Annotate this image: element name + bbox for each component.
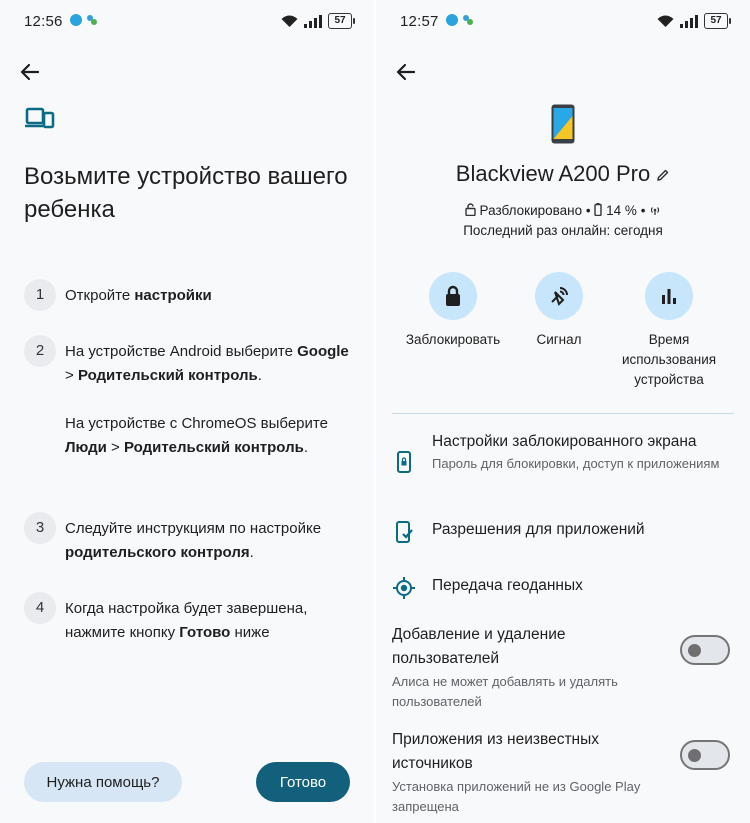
status-bar: 12:56 57 (0, 0, 374, 44)
toggle-subtitle: Алиса не может добавлять и удалять польз… (392, 674, 618, 709)
status-time: 12:56 (24, 13, 63, 30)
setting-subtitle: Пароль для блокировки, доступ к приложен… (432, 456, 720, 471)
toggle-knob (688, 644, 701, 657)
status-time: 12:57 (400, 13, 439, 30)
edit-pencil-icon[interactable] (656, 168, 670, 182)
back-arrow-icon[interactable] (392, 58, 420, 86)
screen-time-action-circle[interactable] (645, 272, 693, 320)
status-bar: 12:57 57 (376, 0, 750, 44)
right-screen: 12:57 57 Blackview A200 Pro Разблокирова… (376, 0, 750, 823)
toggle-knob (688, 749, 701, 762)
ring-action-circle[interactable] (535, 272, 583, 320)
back-arrow-icon[interactable] (16, 58, 44, 86)
step-text: На устройстве Android выберите Google > … (65, 343, 349, 456)
wifi-icon (657, 15, 674, 27)
setting-title: Передача геоданных (432, 577, 583, 594)
ring-icon (551, 287, 568, 306)
app-notification-icon (87, 15, 97, 25)
toggle-subtitle: Установка приложений не из Google Play з… (392, 779, 641, 814)
separator: • (585, 203, 591, 218)
battery-indicator: 57 (328, 13, 355, 29)
signal-icon (680, 14, 698, 28)
battery-icon (594, 203, 603, 217)
toggle-title: Приложения из неизвестных источников (392, 731, 599, 772)
section-divider (392, 413, 734, 414)
setting-title: Настройки заблокированного экрана (432, 433, 697, 450)
page-title: Возьмите устройство вашего ребенка (24, 163, 348, 223)
telegram-icon (70, 14, 82, 26)
status-icons: 57 (657, 13, 731, 29)
help-button[interactable]: Нужна помощь? (24, 762, 182, 802)
signal-broadcast-icon (651, 207, 660, 215)
device-name: Blackview A200 Pro (376, 160, 750, 188)
location-icon (393, 577, 415, 599)
step-number: 2 (24, 335, 56, 367)
lock-icon (446, 285, 460, 306)
battery-indicator: 57 (704, 13, 731, 29)
step-number: 4 (24, 592, 56, 624)
toggle-title: Добавление и удаление пользователей (392, 626, 566, 667)
bar-chart-icon (662, 289, 676, 304)
app-notification-icon (463, 15, 473, 25)
step-text: Когда настройка будет завершена, нажмите… (65, 600, 308, 641)
step-number: 1 (24, 279, 56, 311)
setting-title: Разрешения для приложений (432, 521, 645, 538)
unlock-icon (465, 203, 476, 217)
action-label: Время использования устройства (621, 332, 717, 387)
status-icons: 57 (281, 13, 355, 29)
phone-illustration (551, 104, 575, 144)
signal-icon (304, 14, 322, 28)
add-remove-users-toggle[interactable] (680, 635, 730, 665)
lock-status: Разблокировано (479, 203, 583, 218)
app-permissions-icon (396, 521, 413, 543)
telegram-icon (446, 14, 458, 26)
last-online: Последний раз онлайн: сегодня (463, 223, 663, 238)
wifi-icon (281, 15, 298, 27)
step-text: Откройте настройки (65, 287, 212, 304)
battery-level: 14 % (606, 203, 637, 218)
separator: • (640, 203, 646, 218)
lock-screen-icon (397, 451, 411, 473)
step-number: 3 (24, 512, 56, 544)
unknown-sources-toggle[interactable] (680, 740, 730, 770)
step-text: Следуйте инструкциям по настройке родите… (65, 520, 322, 561)
lock-action-circle[interactable] (429, 272, 477, 320)
device-status-line: Разблокировано • 14 % • (376, 201, 750, 221)
left-screen: 12:56 57 Возьмите устройство вашего ребе… (0, 0, 374, 823)
devices-icon (25, 107, 55, 129)
done-button[interactable]: Готово (256, 762, 350, 802)
screen-time-action-button[interactable]: Время использования устройства (604, 272, 734, 390)
